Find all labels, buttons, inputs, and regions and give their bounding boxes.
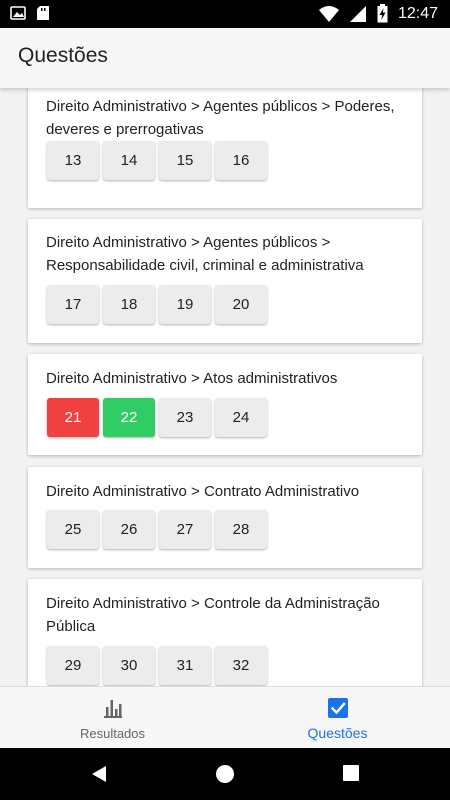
question-button[interactable]: 31 — [159, 646, 211, 685]
question-button[interactable]: 23 — [159, 398, 211, 437]
question-row: 25 26 27 28 — [47, 510, 267, 549]
question-button[interactable]: 16 — [215, 141, 267, 180]
question-button[interactable]: 29 — [47, 646, 99, 685]
home-icon[interactable] — [215, 764, 235, 784]
nav-item-resultados[interactable]: Resultados — [0, 687, 225, 749]
question-button[interactable]: 25 — [47, 510, 99, 549]
question-button[interactable]: 15 — [159, 141, 211, 180]
question-list[interactable]: Direito Administrativo > Agentes público… — [0, 88, 450, 686]
question-button-wrong[interactable]: 21 — [47, 398, 99, 437]
question-button[interactable]: 32 — [215, 646, 267, 685]
page-title: Questões — [18, 44, 108, 67]
question-button[interactable]: 13 — [47, 141, 99, 180]
question-button[interactable]: 17 — [47, 285, 99, 324]
question-button-correct[interactable]: 22 — [103, 398, 155, 437]
nav-label-resultados: Resultados — [79, 726, 146, 741]
section-title: Direito Administrativo > Contrato Admini… — [46, 483, 360, 500]
question-button[interactable]: 18 — [103, 285, 155, 324]
status-bar: 12:47 — [0, 0, 450, 28]
nav-item-questoes[interactable]: Questões — [225, 687, 450, 749]
section-card: Direito Administrativo > Controle da Adm… — [28, 579, 422, 686]
section-title: Direito Administrativo > Agentes público… — [46, 234, 364, 274]
signal-icon — [349, 5, 366, 22]
photo-notification-icon — [10, 6, 26, 20]
app-bar: Questões — [0, 28, 450, 88]
question-row: 13 14 15 16 — [47, 141, 267, 180]
section-card: Direito Administrativo > Agentes público… — [28, 88, 422, 208]
section-card: Direito Administrativo > Agentes público… — [28, 219, 422, 343]
sd-card-icon — [37, 6, 49, 20]
question-button[interactable]: 14 — [103, 141, 155, 180]
back-icon[interactable] — [89, 764, 109, 784]
system-navigation-bar — [0, 748, 450, 800]
section-title: Direito Administrativo > Controle da Adm… — [46, 595, 380, 635]
question-button[interactable]: 19 — [159, 285, 211, 324]
bottom-navigation: Resultados Questões — [0, 686, 450, 748]
nav-label-questoes: Questões — [307, 725, 368, 741]
question-row: 21 22 23 24 — [47, 398, 267, 437]
question-row: 17 18 19 20 — [47, 285, 267, 324]
bar-chart-icon — [103, 700, 122, 718]
question-button[interactable]: 24 — [215, 398, 267, 437]
section-card: Direito Administrativo > Contrato Admini… — [28, 467, 422, 568]
wifi-icon — [318, 5, 339, 22]
battery-charging-icon — [377, 4, 388, 23]
question-button[interactable]: 27 — [159, 510, 211, 549]
checkbox-icon — [327, 698, 348, 718]
question-button[interactable]: 30 — [103, 646, 155, 685]
status-time: 12:47 — [397, 4, 438, 22]
question-row: 29 30 31 32 — [47, 646, 267, 685]
recents-icon[interactable] — [342, 764, 360, 782]
section-card: Direito Administrativo > Atos administra… — [28, 354, 422, 455]
section-title: Direito Administrativo > Atos administra… — [46, 370, 338, 387]
question-button[interactable]: 28 — [215, 510, 267, 549]
question-button[interactable]: 20 — [215, 285, 267, 324]
question-button[interactable]: 26 — [103, 510, 155, 549]
section-title: Direito Administrativo > Agentes público… — [46, 98, 395, 138]
